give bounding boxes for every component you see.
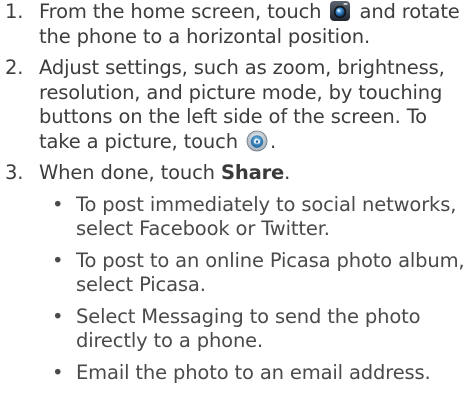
instructions-page: 1. From the home screen, touch and rotat… — [0, 0, 469, 408]
bullet-marker: • — [52, 360, 64, 384]
step-text: Adjust settings, such as zoom, brightnes… — [39, 56, 445, 153]
list-item: • Select Messaging to send the photo dir… — [39, 305, 469, 354]
list-item: • To post immediately to social networks… — [39, 193, 469, 242]
step-text-after: . — [284, 161, 291, 184]
step-text: When done, touch — [39, 161, 215, 184]
step-text: From the home screen, touch — [39, 0, 322, 23]
step-text-after: . — [269, 129, 277, 153]
step-number: 1. — [5, 0, 24, 23]
bullet-text: Select Messaging to send the photo direc… — [76, 304, 421, 353]
step-list: 1. From the home screen, touch and rotat… — [0, 0, 469, 392]
step-3: 3. When done, touch Share. • To post imm… — [0, 161, 469, 385]
bullet-text: Email the photo to an email address. — [76, 360, 431, 384]
camera-app-icon — [329, 0, 351, 22]
list-item: • Email the photo to an email address. — [39, 361, 469, 386]
share-options-list: • To post immediately to social networks… — [39, 193, 469, 386]
step-2: 2. Adjust settings, such as zoom, bright… — [0, 56, 469, 154]
shutter-button-icon — [246, 130, 268, 152]
list-item: • To post to an online Picasa photo albu… — [39, 249, 469, 298]
bullet-marker: • — [52, 304, 64, 328]
bullet-marker: • — [52, 248, 64, 272]
step-number: 2. — [5, 56, 24, 79]
step-number: 3. — [5, 161, 24, 184]
bullet-text: To post to an online Picasa photo album,… — [76, 248, 465, 297]
bullet-text: To post immediately to social networks, … — [76, 192, 457, 241]
share-label: Share — [220, 161, 285, 184]
bullet-marker: • — [52, 192, 64, 216]
step-1: 1. From the home screen, touch and rotat… — [0, 0, 469, 49]
